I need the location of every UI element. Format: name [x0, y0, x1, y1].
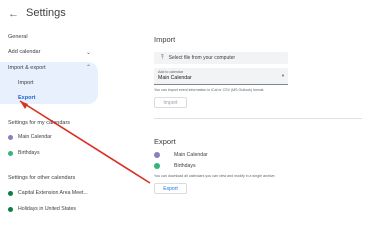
- sidebar-item-main-calendar[interactable]: Main Calendar: [18, 134, 52, 140]
- page-title: Settings: [26, 7, 66, 19]
- import-heading: Import: [154, 35, 176, 44]
- sidebar-item-add-calendar[interactable]: Add calendar ⌄: [0, 49, 98, 59]
- sidebar-item-birthdays[interactable]: Birthdays: [18, 150, 40, 156]
- select-file-button[interactable]: ⤒ Select file from your computer: [154, 52, 288, 64]
- calendar-color-dot: [154, 163, 160, 169]
- calendar-color-dot: [8, 191, 13, 196]
- select-value: Main Calendar: [158, 75, 192, 81]
- sidebar-item-holidays[interactable]: Holidays in United States: [18, 206, 76, 212]
- select-file-label: Select file from your computer: [168, 55, 236, 61]
- main-content: Import ⤒ Select file from your computer …: [140, 28, 365, 211]
- sidebar-item-label: Add calendar: [8, 49, 41, 55]
- import-button[interactable]: Import: [154, 97, 187, 108]
- calendar-color-dot: [8, 207, 13, 212]
- sidebar-item-label: General: [8, 34, 28, 40]
- arrow-back-icon[interactable]: ←: [8, 8, 20, 20]
- settings-sidebar: General Add calendar ⌄ Import & export ⌃…: [0, 28, 98, 212]
- export-button[interactable]: Export: [154, 183, 187, 194]
- import-help-text: You can import event information in iCal…: [154, 88, 265, 92]
- sidebar-item-import-export[interactable]: Import & export: [8, 65, 46, 71]
- calendar-color-dot: [154, 152, 160, 158]
- sidebar-item-capital-extension[interactable]: Capital Extension Area Meet...: [18, 190, 88, 196]
- chevron-down-icon: ⌄: [85, 50, 91, 56]
- sidebar-item-import[interactable]: Import: [18, 80, 34, 86]
- chevron-up-icon[interactable]: ⌃: [86, 64, 91, 71]
- calendar-color-dot: [8, 135, 13, 140]
- export-calendar-birthdays: Birthdays: [174, 163, 196, 169]
- dropdown-caret-icon: ▼: [281, 73, 285, 78]
- export-help-text: You can download all calendars you can v…: [154, 174, 276, 178]
- sidebar-item-export[interactable]: Export: [18, 95, 35, 101]
- sidebar-group-import-export: Import & export ⌃ Import Export: [0, 62, 98, 104]
- my-calendars-heading: Settings for my calendars: [8, 120, 71, 126]
- export-heading: Export: [154, 137, 176, 146]
- calendar-color-dot: [8, 151, 13, 156]
- upload-icon: ⤒: [161, 54, 164, 61]
- sidebar-item-general[interactable]: General: [0, 34, 98, 44]
- select-label: Add to calendar: [158, 70, 184, 74]
- export-calendar-main: Main Calendar: [174, 152, 208, 158]
- app-header: ← Settings: [0, 0, 370, 28]
- section-divider: [154, 118, 362, 119]
- add-to-calendar-select[interactable]: Add to calendar Main Calendar ▼: [154, 68, 288, 85]
- other-calendars-heading: Settings for other calendars: [8, 175, 76, 181]
